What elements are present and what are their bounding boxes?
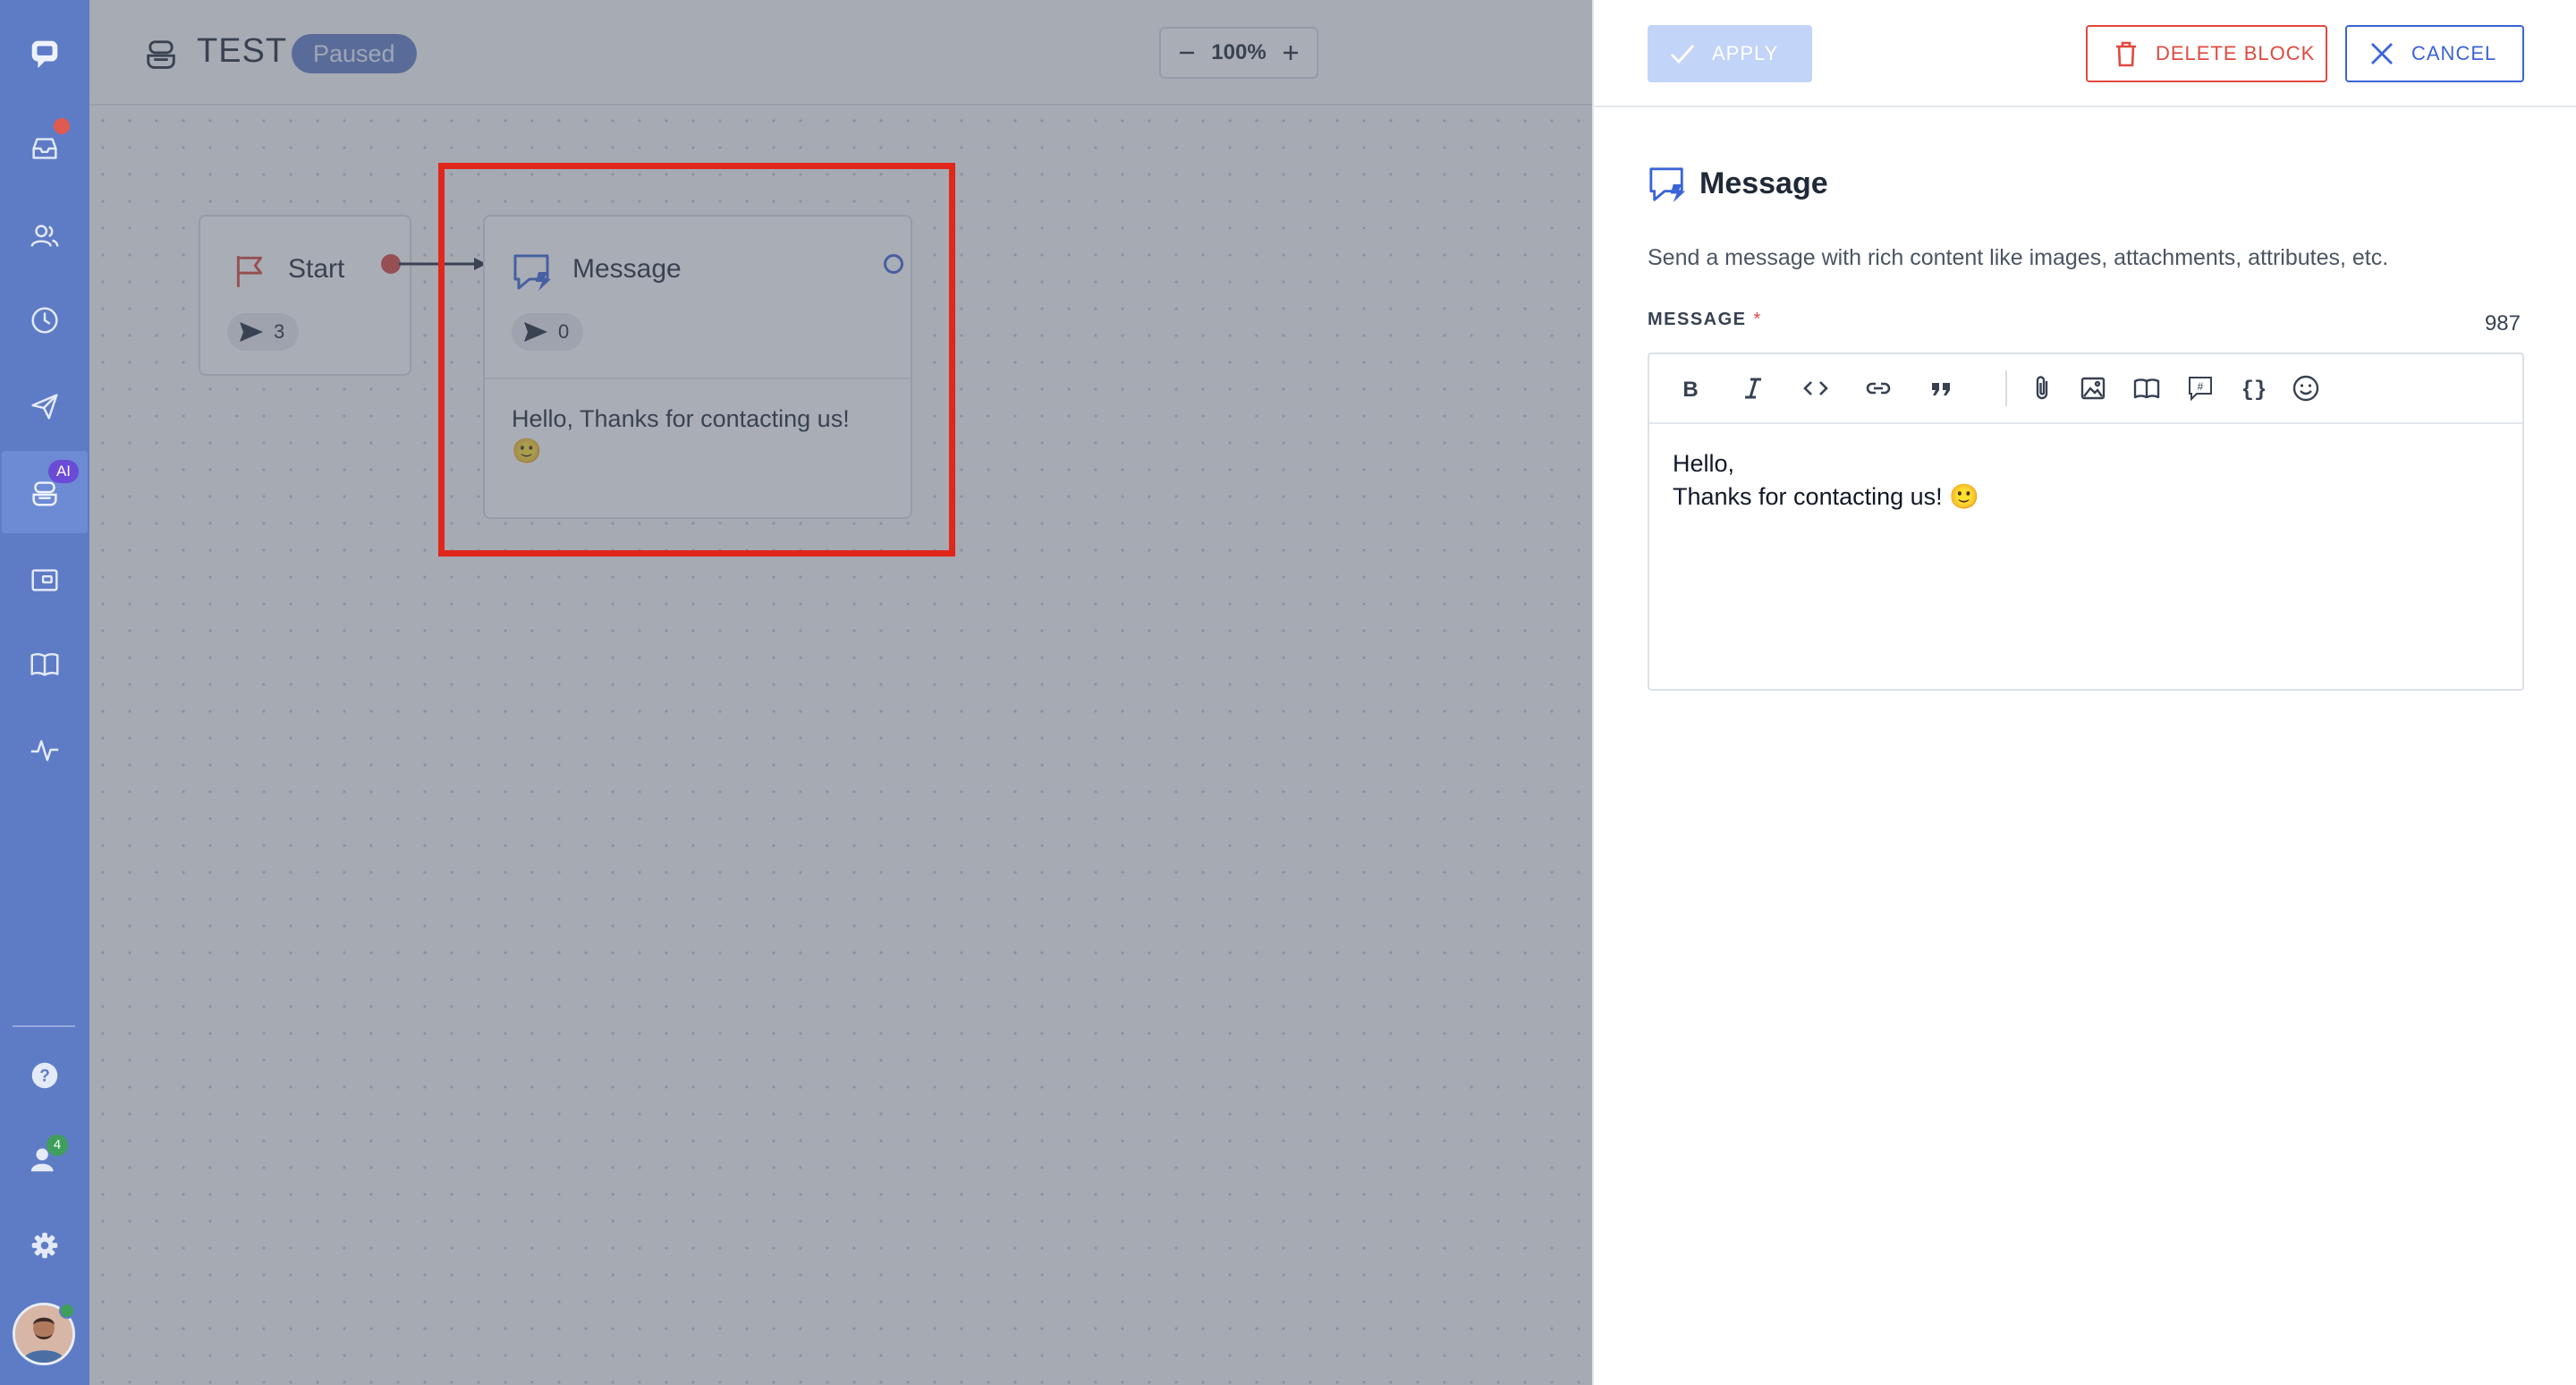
attachment-button[interactable] (2025, 370, 2061, 406)
close-icon (2371, 43, 2393, 64)
code-icon (1803, 381, 1828, 395)
ai-badge: AI (48, 460, 79, 483)
article-button[interactable] (2129, 370, 2165, 406)
settings-gear-icon[interactable] (0, 1204, 89, 1287)
inbox-icon[interactable] (0, 107, 89, 190)
braces-icon: {} (2241, 378, 2267, 403)
emoji-button[interactable] (2288, 370, 2324, 406)
required-mark: * (1753, 310, 1762, 329)
toolbar-separator (2005, 370, 2007, 406)
block-settings-panel: APPLY DELETE BLOCK CANCEL Message Send a… (1592, 0, 2576, 1385)
knowledge-base-book-icon[interactable] (0, 623, 89, 705)
message-field-label: MESSAGE * (1648, 310, 1762, 329)
quote-button[interactable] (1923, 370, 1959, 406)
panel-toolbar: APPLY DELETE BLOCK CANCEL (1594, 0, 2576, 107)
svg-text:#: # (2198, 380, 2204, 393)
history-clock-icon[interactable] (0, 279, 89, 361)
svg-text:{}: {} (2241, 378, 2267, 403)
cancel-button[interactable]: CANCEL (2345, 25, 2524, 82)
panel-description: Send a message with rich content like im… (1648, 245, 2389, 270)
link-button[interactable] (1860, 370, 1896, 406)
message-editor-content[interactable]: Hello, Thanks for contacting us! 🙂 (1673, 447, 1979, 514)
help-icon[interactable]: ? (0, 1034, 89, 1117)
flow-canvas[interactable]: TEST Paused 100% Start 3 Message 0 (89, 0, 1592, 1385)
delete-block-button[interactable]: DELETE BLOCK (2086, 25, 2327, 82)
nav-divider (13, 1025, 75, 1027)
quote-icon (1932, 383, 1950, 395)
message-block-icon (1649, 167, 1686, 203)
code-button[interactable] (1798, 370, 1834, 406)
image-button[interactable] (2075, 370, 2111, 406)
apply-button[interactable]: APPLY (1648, 25, 1812, 82)
paperclip-icon (2036, 376, 2048, 400)
editor-toolbar: B # {} (1649, 354, 2522, 424)
link-icon (1866, 382, 1891, 395)
selected-block-highlight (438, 163, 955, 557)
svg-text:?: ? (39, 1067, 50, 1086)
book-icon (2133, 378, 2160, 399)
analytics-pulse-icon[interactable] (0, 709, 89, 791)
contacts-icon[interactable] (0, 195, 89, 277)
canned-response-button[interactable]: # (2182, 370, 2218, 406)
team-icon[interactable]: 4 (0, 1118, 89, 1201)
smiley-icon (2292, 375, 2319, 402)
attribute-button[interactable]: {} (2236, 370, 2272, 406)
image-icon (2080, 377, 2106, 400)
message-editor: B # {} Hello, Thanks for contacting us! … (1648, 353, 2524, 691)
italic-button[interactable] (1735, 370, 1771, 406)
widgets-icon[interactable] (0, 539, 89, 621)
app-logo-icon[interactable] (0, 13, 89, 95)
italic-icon (1745, 378, 1761, 399)
bold-icon: B (1682, 378, 1698, 402)
panel-title: Message (1699, 166, 1828, 200)
check-icon (1670, 45, 1695, 64)
hashtag-message-icon: # (2189, 377, 2212, 402)
team-count-badge: 4 (47, 1134, 68, 1156)
campaigns-send-icon[interactable] (0, 365, 89, 447)
character-counter: 987 (2484, 311, 2521, 336)
trash-icon (2116, 41, 2136, 67)
bold-button[interactable]: B (1673, 370, 1708, 406)
online-status-dot (59, 1303, 75, 1319)
left-nav: AI ? 4 (0, 0, 89, 1385)
svg-text:B: B (1682, 378, 1698, 402)
bots-icon[interactable]: AI (2, 451, 88, 533)
